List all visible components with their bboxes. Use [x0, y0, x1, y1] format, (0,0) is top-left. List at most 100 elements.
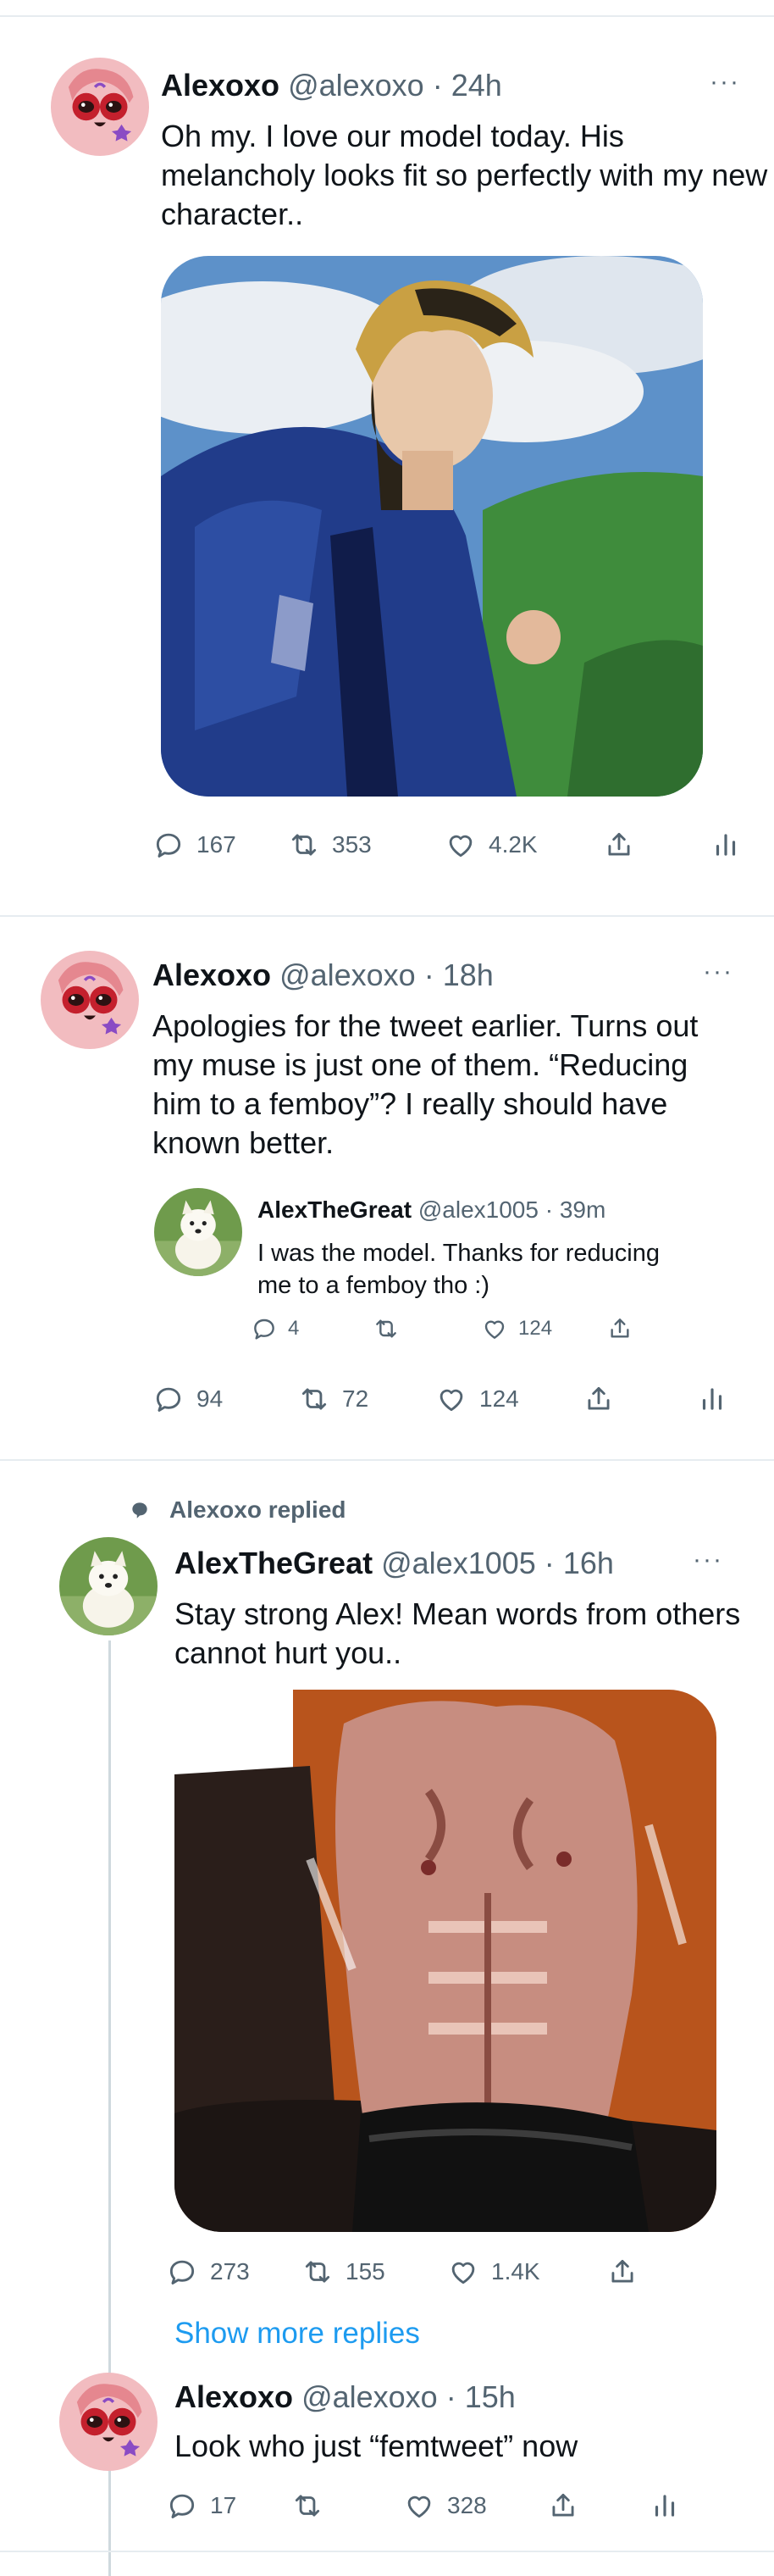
avatar[interactable] — [59, 2373, 158, 2471]
author-name[interactable]: AlexTheGreat — [174, 1546, 373, 1580]
quote-reply-count: 4 — [288, 1317, 300, 1340]
analytics-button[interactable] — [710, 829, 742, 861]
separator: · — [423, 958, 434, 992]
timestamp[interactable]: 15h — [465, 2379, 516, 2414]
reply-bubble-icon — [132, 1502, 147, 1518]
quote-like-button[interactable]: 124 — [481, 1315, 552, 1342]
tweet-actions: 17 328 — [166, 2490, 759, 2532]
author-handle[interactable]: @alexoxo — [288, 68, 424, 103]
analytics-button[interactable] — [649, 2490, 681, 2522]
separator: · — [544, 1546, 555, 1580]
like-count: 1.4K — [491, 2258, 540, 2285]
author-name[interactable]: Alexoxo — [174, 2379, 293, 2414]
divider — [0, 915, 774, 917]
reply-button[interactable]: 17 — [166, 2490, 236, 2522]
share-icon — [547, 2490, 579, 2522]
retweet-button[interactable] — [291, 2490, 323, 2522]
like-button[interactable]: 124 — [435, 1383, 519, 1415]
share-button[interactable] — [603, 829, 635, 861]
like-count: 124 — [479, 1385, 519, 1412]
avatar[interactable] — [59, 1537, 158, 1635]
retweet-count: 155 — [346, 2258, 385, 2285]
author-handle[interactable]: @alexoxo — [279, 958, 416, 992]
bottom-divider — [0, 2551, 774, 2552]
analytics-icon — [649, 2490, 681, 2522]
tweet-header: Alexoxo @alexoxo · 15h — [174, 2379, 516, 2415]
more-options-icon[interactable]: ··· — [703, 958, 733, 986]
reply-icon — [152, 1383, 185, 1415]
tweet-image[interactable] — [161, 256, 703, 797]
reply-count: 94 — [196, 1385, 224, 1412]
retweet-button[interactable]: 155 — [301, 2256, 385, 2288]
quote-timestamp[interactable]: 39m — [560, 1196, 605, 1223]
top-divider — [0, 15, 774, 17]
share-icon — [583, 1383, 615, 1415]
retweet-icon — [291, 2490, 323, 2522]
retweet-icon — [301, 2256, 334, 2288]
author-name[interactable]: Alexoxo — [152, 958, 271, 992]
retweet-count: 72 — [342, 1385, 369, 1412]
avatar[interactable] — [51, 58, 149, 156]
analytics-button[interactable] — [696, 1383, 728, 1415]
share-button[interactable] — [547, 2490, 579, 2522]
reply-icon — [166, 2490, 198, 2522]
retweet-button[interactable]: 72 — [298, 1383, 368, 1415]
reply-button[interactable]: 273 — [166, 2256, 250, 2288]
quote-like-count: 124 — [518, 1317, 553, 1340]
more-options-icon[interactable]: ··· — [693, 1546, 723, 1574]
timestamp[interactable]: 16h — [563, 1546, 614, 1580]
quote-avatar[interactable] — [154, 1188, 242, 1276]
heart-icon — [435, 1383, 467, 1415]
tweet-text: Look who just “femtweet” now — [174, 2429, 578, 2463]
quote-author-name[interactable]: AlexTheGreat — [257, 1196, 412, 1223]
quote-reply-button[interactable]: 4 — [251, 1315, 299, 1342]
retweet-button[interactable]: 353 — [288, 829, 372, 861]
quote-header: AlexTheGreat @alex1005 · 39m — [257, 1196, 605, 1224]
reply-icon — [251, 1315, 278, 1342]
share-button[interactable] — [606, 2256, 639, 2288]
tweet-actions: 94 72 124 — [152, 1383, 762, 1425]
reply-count: 167 — [196, 831, 236, 858]
author-handle[interactable]: @alexoxo — [301, 2379, 438, 2414]
show-more-replies-link[interactable]: Show more replies — [174, 2317, 420, 2351]
like-button[interactable]: 328 — [403, 2490, 487, 2522]
share-icon — [606, 2256, 639, 2288]
replied-label[interactable]: Alexoxo replied — [169, 1496, 346, 1524]
more-options-icon[interactable]: ··· — [710, 68, 740, 97]
reply-icon — [166, 2256, 198, 2288]
like-button[interactable]: 4.2K — [445, 829, 538, 861]
tweet-header: Alexoxo @alexoxo · 18h — [152, 958, 494, 993]
tweet-header: Alexoxo @alexoxo · 24h — [161, 68, 502, 103]
share-button[interactable] — [583, 1383, 615, 1415]
quote-author-handle[interactable]: @alex1005 — [418, 1196, 539, 1223]
separator: · — [445, 2379, 456, 2414]
avatar[interactable] — [41, 951, 139, 1049]
tweet-text: Stay strong Alex! Mean words from others… — [174, 1596, 741, 1670]
tweet-header: AlexTheGreat @alex1005 · 16h — [174, 1546, 614, 1581]
timestamp[interactable]: 18h — [443, 958, 494, 992]
retweet-icon — [373, 1315, 400, 1342]
reply-button[interactable]: 94 — [152, 1383, 223, 1415]
like-count: 4.2K — [489, 831, 538, 858]
separator: · — [545, 1196, 554, 1223]
like-count: 328 — [447, 2492, 487, 2518]
tweet-image[interactable] — [174, 1690, 716, 2232]
reply-button[interactable]: 167 — [152, 829, 236, 861]
heart-icon — [403, 2490, 435, 2522]
tweet-text: Apologies for the tweet earlier. Turns o… — [152, 1008, 699, 1160]
quote-share-button[interactable] — [606, 1315, 633, 1342]
share-icon — [603, 829, 635, 861]
tweet-actions: 273 155 1.4K — [166, 2256, 759, 2298]
analytics-icon — [710, 829, 742, 861]
heart-icon — [481, 1315, 508, 1342]
author-handle[interactable]: @alex1005 — [381, 1546, 536, 1580]
reply-count: 17 — [210, 2492, 237, 2518]
timestamp[interactable]: 24h — [451, 68, 502, 103]
quote-retweet-button[interactable] — [373, 1315, 400, 1342]
retweet-count: 353 — [332, 831, 372, 858]
tweet-text: Oh my. I love our model today. His melan… — [161, 119, 768, 231]
share-icon — [606, 1315, 633, 1342]
like-button[interactable]: 1.4K — [447, 2256, 540, 2288]
tweet-actions: 167 353 4.2K — [152, 829, 762, 871]
author-name[interactable]: Alexoxo — [161, 68, 279, 103]
